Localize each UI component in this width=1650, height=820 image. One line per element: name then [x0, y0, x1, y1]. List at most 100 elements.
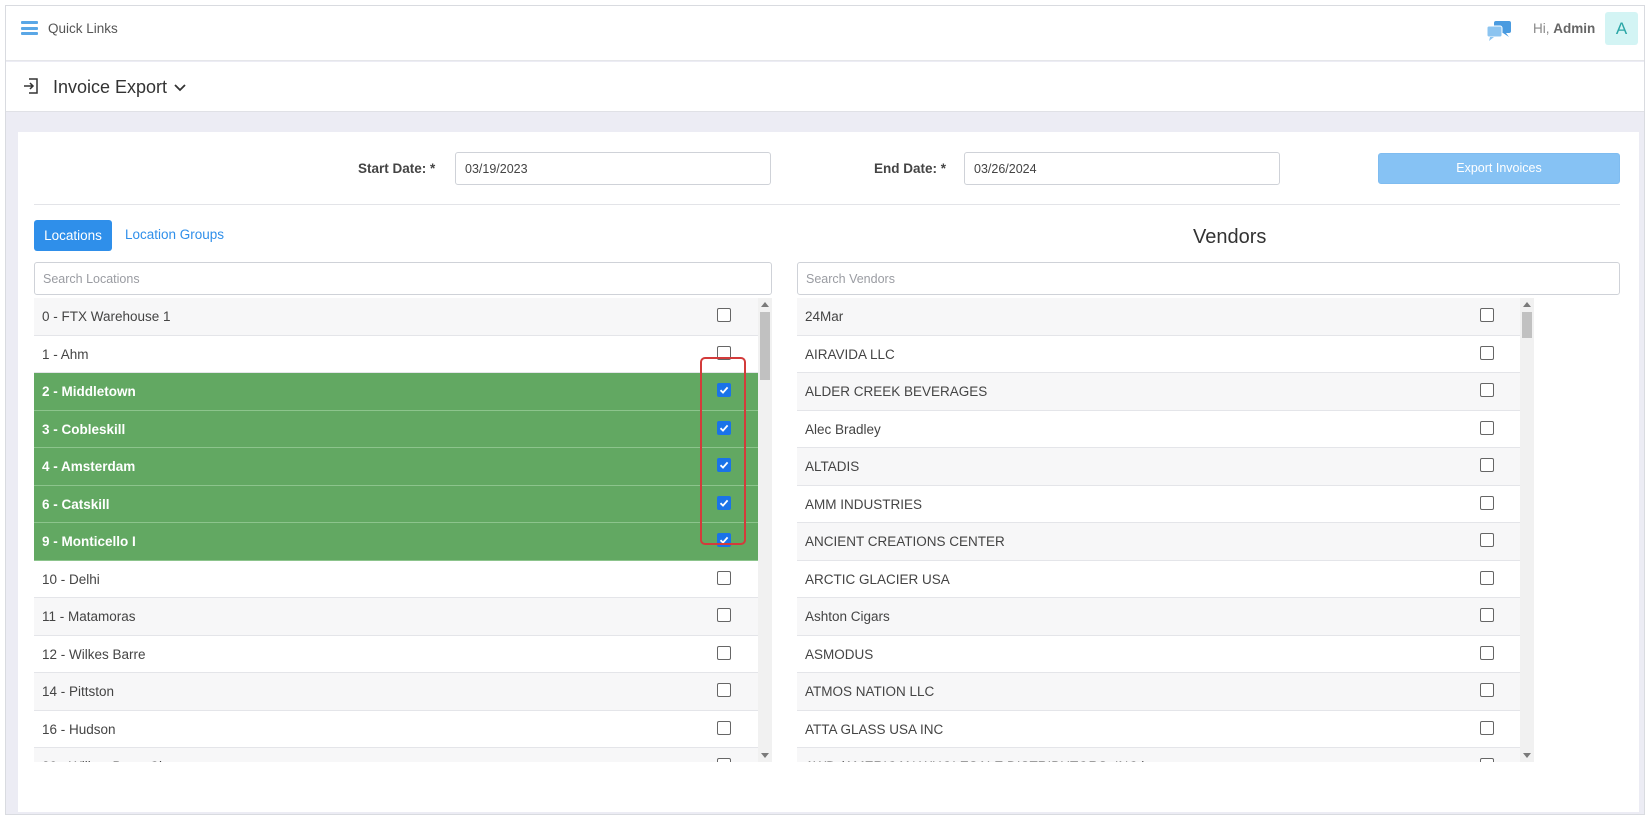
location-row[interactable]: 4 - Amsterdam: [34, 448, 758, 486]
location-row[interactable]: 6 - Catskill: [34, 485, 758, 523]
location-row-label: 20 - Wilkes Barre City: [42, 759, 173, 762]
location-row[interactable]: 1 - Ahm: [34, 335, 758, 373]
page-title[interactable]: Invoice Export: [53, 77, 167, 98]
location-row-checkbox[interactable]: [717, 720, 731, 735]
location-row[interactable]: 10 - Delhi: [34, 560, 758, 598]
vendor-row-checkbox[interactable]: [1480, 345, 1494, 360]
vendor-row[interactable]: ATMOS NATION LLC: [797, 673, 1520, 711]
location-row[interactable]: 3 - Cobleskill: [34, 410, 758, 448]
vendor-row[interactable]: ARCTIC GLACIER USA: [797, 560, 1520, 598]
vendor-row-checkbox[interactable]: [1480, 420, 1494, 435]
vendor-row-checkbox[interactable]: [1480, 720, 1494, 735]
scroll-down-arrow-icon[interactable]: [1523, 753, 1531, 758]
location-row[interactable]: 9 - Monticello I: [34, 523, 758, 561]
vendor-row-checkbox[interactable]: [1480, 645, 1494, 660]
location-row-label: 16 - Hudson: [42, 721, 116, 737]
search-vendors-input[interactable]: [797, 262, 1620, 295]
location-row-label: 0 - FTX Warehouse 1: [42, 309, 171, 324]
user-name: Admin: [1553, 21, 1596, 36]
vendor-row-label: ASMODUS: [805, 646, 874, 662]
vendors-scroll-thumb[interactable]: [1522, 312, 1532, 338]
vendor-row[interactable]: ANCIENT CREATIONS CENTER: [797, 523, 1520, 561]
scroll-up-arrow-icon[interactable]: [1523, 302, 1531, 307]
vendors-list: 24Mar AIRAVIDA LLC ALDER CREEK BEVERAGES Al…: [797, 298, 1520, 762]
export-icon: [24, 78, 38, 94]
location-row[interactable]: 2 - Middletown: [34, 373, 758, 411]
user-greeting: Hi, Admin: [1533, 21, 1595, 36]
location-row-checkbox[interactable]: [717, 308, 731, 322]
chat-icon[interactable]: [1486, 20, 1512, 42]
vendor-row-label: ALDER CREEK BEVERAGES: [805, 384, 988, 399]
locations-list: 0 - FTX Warehouse 1 1 - Ahm 2 - Middletown…: [34, 298, 758, 762]
search-locations-input[interactable]: [34, 262, 772, 295]
vendor-row-label: ATMOS NATION LLC: [805, 684, 935, 699]
vendor-row[interactable]: ALDER CREEK BEVERAGES: [797, 373, 1520, 411]
vendor-row-label: AIRAVIDA LLC: [805, 346, 895, 362]
vendor-row-checkbox[interactable]: [1480, 458, 1494, 472]
vendor-row[interactable]: AIRAVIDA LLC: [797, 335, 1520, 373]
tab-location-groups[interactable]: Location Groups: [125, 227, 224, 242]
location-row-label: 1 - Ahm: [42, 346, 89, 362]
export-invoices-button[interactable]: Export Invoices: [1378, 153, 1620, 184]
location-row[interactable]: 12 - Wilkes Barre: [34, 635, 758, 673]
location-row-checkbox[interactable]: [717, 758, 731, 762]
end-date-input[interactable]: [964, 152, 1280, 185]
app-frame: Quick Links Hi, Admin A Invoice Export S…: [5, 5, 1645, 815]
location-row[interactable]: 16 - Hudson: [34, 710, 758, 748]
location-row[interactable]: 14 - Pittston: [34, 673, 758, 711]
location-row[interactable]: 11 - Matamoras: [34, 598, 758, 636]
location-row-checkbox[interactable]: [717, 570, 731, 585]
vendors-scrollbar[interactable]: [1520, 298, 1534, 762]
quick-links-link[interactable]: Quick Links: [48, 21, 118, 36]
vendor-row-label: Ashton Cigars: [805, 609, 890, 624]
location-row-label: 6 - Catskill: [42, 496, 110, 512]
vendor-row[interactable]: Ashton Cigars: [797, 598, 1520, 636]
locations-scroll-thumb[interactable]: [760, 312, 770, 380]
location-row-label: 3 - Cobleskill: [42, 421, 126, 437]
page-header: Invoice Export: [6, 62, 1644, 112]
vendor-row-label: AWD (AMERICAN WHOLESALE DISTRIBUTORS, IN…: [805, 759, 1146, 762]
vendor-row-checkbox[interactable]: [1480, 308, 1494, 322]
vendor-row-checkbox[interactable]: [1480, 383, 1494, 397]
tab-locations[interactable]: Locations: [34, 220, 112, 251]
location-row[interactable]: 0 - FTX Warehouse 1: [34, 298, 758, 336]
vendor-row[interactable]: ATTA GLASS USA INC: [797, 710, 1520, 748]
locations-scrollbar[interactable]: [758, 298, 772, 762]
location-row-label: 4 - Amsterdam: [42, 459, 136, 474]
location-row-label: 2 - Middletown: [42, 384, 136, 399]
export-card: Start Date: * End Date: * Export Invoice…: [18, 132, 1639, 812]
location-row-label: 10 - Delhi: [42, 571, 100, 587]
location-row-label: 14 - Pittston: [42, 684, 115, 699]
vendor-row-checkbox[interactable]: [1480, 533, 1494, 547]
scroll-up-arrow-icon[interactable]: [761, 302, 769, 307]
location-row-checkbox[interactable]: [717, 683, 731, 697]
chevron-down-icon[interactable]: [173, 81, 187, 95]
start-date-label: Start Date: *: [358, 161, 436, 176]
location-row-label: 9 - Monticello I: [42, 534, 136, 549]
location-row-checkbox[interactable]: [717, 645, 731, 660]
vendor-row[interactable]: AMM INDUSTRIES: [797, 485, 1520, 523]
location-row-checkbox[interactable]: [717, 608, 731, 622]
vendor-row[interactable]: ASMODUS: [797, 635, 1520, 673]
start-date-input[interactable]: [455, 152, 771, 185]
end-date-label: End Date: *: [874, 161, 947, 176]
avatar[interactable]: A: [1605, 12, 1638, 45]
vendor-row[interactable]: 24Mar: [797, 298, 1520, 336]
vendor-row-checkbox[interactable]: [1480, 758, 1494, 762]
selection-highlight-box: [700, 357, 746, 545]
location-row-label: 11 - Matamoras: [42, 609, 136, 624]
vendor-row-label: AMM INDUSTRIES: [805, 496, 923, 512]
location-row[interactable]: 20 - Wilkes Barre City: [34, 748, 758, 762]
vendor-row[interactable]: Alec Bradley: [797, 410, 1520, 448]
vendor-row-checkbox[interactable]: [1480, 683, 1494, 697]
scroll-down-arrow-icon[interactable]: [761, 753, 769, 758]
vendor-row[interactable]: AWD (AMERICAN WHOLESALE DISTRIBUTORS, IN…: [797, 748, 1520, 762]
vendor-row-checkbox[interactable]: [1480, 495, 1494, 510]
vendor-row-label: Alec Bradley: [805, 421, 881, 437]
vendor-row[interactable]: ALTADIS: [797, 448, 1520, 486]
vendor-row-label: ANCIENT CREATIONS CENTER: [805, 534, 1005, 549]
vendor-row-checkbox[interactable]: [1480, 608, 1494, 622]
menu-icon[interactable]: [21, 21, 38, 35]
greeting-text: Hi,: [1533, 21, 1550, 36]
vendor-row-checkbox[interactable]: [1480, 570, 1494, 585]
